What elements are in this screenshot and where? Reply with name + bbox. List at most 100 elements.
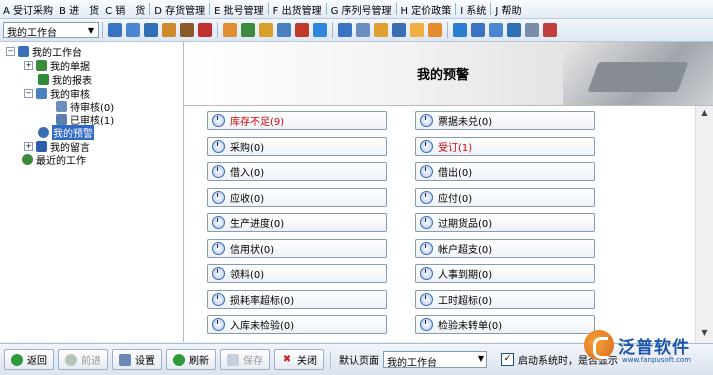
warning-label: 受订(1) [438, 142, 473, 154]
expand-icon[interactable]: + [24, 61, 33, 70]
toolbar-button-icon[interactable] [144, 23, 158, 37]
default-page-select[interactable]: 我的工作台 ▼ [383, 351, 487, 369]
expand-icon[interactable]: + [24, 142, 33, 151]
chevron-down-icon[interactable]: ▼ [84, 23, 98, 37]
toolbar-button-icon[interactable] [241, 23, 255, 37]
tree-node-workspace[interactable]: − 我的工作台 [6, 45, 82, 59]
warning-button[interactable]: 检验未转单(0) [415, 315, 595, 334]
toolbar-button-icon[interactable] [126, 23, 140, 37]
menu-item-stock-in[interactable]: B 进 货 [56, 2, 102, 17]
close-button[interactable]: ✖ 关闭 [274, 349, 324, 370]
toolbar-button-icon[interactable] [507, 23, 521, 37]
toolbar-button-icon[interactable] [410, 23, 424, 37]
toolbar-button-icon[interactable] [198, 23, 212, 37]
toolbar-button-icon[interactable] [428, 23, 442, 37]
menu-item-batch[interactable]: E 批号管理 [211, 2, 267, 17]
toolbar-button-icon[interactable] [543, 23, 557, 37]
toolbar-button-icon[interactable] [525, 23, 539, 37]
workspace-select[interactable]: 我的工作台 ▼ [3, 22, 99, 39]
toolbar-button-icon[interactable] [453, 23, 467, 37]
close-icon: ✖ [282, 353, 292, 365]
toolbar-button-icon[interactable] [356, 23, 370, 37]
back-button[interactable]: 返回 [4, 349, 54, 370]
toolbar-button-icon[interactable] [471, 23, 485, 37]
warning-button[interactable]: 入库未检验(0) [207, 315, 387, 334]
alarm-clock-icon [420, 139, 433, 153]
warning-button[interactable]: 应付(0) [415, 187, 595, 207]
toolbar-button-icon[interactable] [223, 23, 237, 37]
warning-button[interactable]: 票据未兑(0) [415, 111, 595, 130]
toolbar-button-icon[interactable] [162, 23, 176, 37]
settings-button[interactable]: 设置 [112, 349, 162, 370]
warning-button[interactable]: 工时超标(0) [415, 289, 595, 309]
warning-button[interactable]: 借入(0) [207, 162, 387, 181]
refresh-button[interactable]: 刷新 [166, 349, 216, 370]
collapse-icon[interactable]: − [6, 47, 15, 56]
alarm-clock-icon [212, 114, 225, 127]
toolbar-divider [332, 22, 333, 38]
tree-node-my-documents[interactable]: + 我的单据 [24, 59, 90, 73]
refresh-button-label: 刷新 [189, 356, 209, 367]
menu-item-system[interactable]: I 系统 [457, 2, 489, 17]
computer-icon [18, 46, 29, 57]
menu-divider [267, 3, 269, 15]
warning-button[interactable]: 人事到期(0) [415, 264, 595, 283]
tree-node-recent-work[interactable]: 最近的工作 [22, 153, 86, 167]
toolbar-divider [102, 22, 103, 38]
alarm-clock-icon [420, 165, 433, 178]
warning-button[interactable]: 信用状(0) [207, 238, 387, 258]
warning-button[interactable]: 领料(0) [207, 264, 387, 283]
collapse-icon[interactable]: − [24, 89, 33, 98]
scroll-up-icon[interactable]: ▲ [698, 108, 711, 120]
toolbar-button-icon[interactable] [338, 23, 352, 37]
warning-button[interactable]: 应收(0) [207, 187, 387, 207]
alarm-clock-icon [212, 190, 225, 204]
banner-image [563, 42, 713, 105]
warning-button[interactable]: 受订(1) [415, 136, 595, 156]
menu-divider [455, 3, 457, 15]
forward-button[interactable]: 前进 [58, 349, 108, 370]
menu-item-shipping[interactable]: F 出货管理 [270, 2, 325, 17]
toolbar-button-icon[interactable] [180, 23, 194, 37]
toolbar-button-icon[interactable] [374, 23, 388, 37]
menu-divider [490, 3, 492, 15]
warning-button[interactable]: 生产进度(0) [207, 213, 387, 232]
alarm-clock-icon [212, 292, 225, 306]
warning-button[interactable]: 库存不足(9) [207, 111, 387, 130]
warning-label: 工时超标(0) [438, 295, 493, 307]
pending-icon [56, 101, 67, 112]
warning-button[interactable]: 过期货品(0) [415, 213, 595, 232]
warning-button[interactable]: 损耗率超标(0) [207, 289, 387, 309]
toolbar-button-icon[interactable] [313, 23, 327, 37]
tree-node-my-warnings[interactable]: 我的预警 [38, 125, 94, 140]
menu-divider [149, 3, 151, 15]
warning-button[interactable]: 借出(0) [415, 162, 595, 181]
alarm-clock-icon [420, 216, 433, 229]
menu-item-pricing[interactable]: H 定价政策 [398, 2, 455, 17]
toolbar-button-icon[interactable] [277, 23, 291, 37]
menu-item-serial[interactable]: G 序列号管理 [328, 2, 395, 17]
save-button[interactable]: 保存 [220, 349, 270, 370]
warning-button[interactable]: 采购(0) [207, 136, 387, 156]
vertical-scrollbar[interactable]: ▲ ▼ [695, 106, 713, 342]
toolbar-button-icon[interactable] [489, 23, 503, 37]
warning-label: 库存不足(9) [230, 117, 285, 128]
alarm-clock-icon [38, 127, 49, 138]
startup-checkbox[interactable]: ✓ [501, 353, 514, 366]
menu-item-sales[interactable]: C 销 货 [102, 2, 148, 17]
menu-item-help[interactable]: J 帮助 [492, 2, 524, 17]
warning-button[interactable]: 帐户超支(0) [415, 238, 595, 258]
toolbar-button-icon[interactable] [392, 23, 406, 37]
alarm-clock-icon [212, 267, 225, 280]
forward-button-label: 前进 [81, 356, 101, 367]
menu-divider [395, 3, 397, 15]
toolbar-button-icon[interactable] [259, 23, 273, 37]
menu-item-receive-purchase[interactable]: A 受订采购 [0, 2, 56, 17]
menu-item-inventory[interactable]: D 存货管理 [151, 2, 208, 17]
settings-button-label: 设置 [135, 356, 155, 367]
toolbar-button-icon[interactable] [295, 23, 309, 37]
tree-node-my-reports[interactable]: 我的报表 [38, 73, 92, 87]
toolbar-button-icon[interactable] [108, 23, 122, 37]
warning-label: 领料(0) [230, 270, 265, 281]
chevron-down-icon[interactable]: ▼ [478, 354, 484, 363]
